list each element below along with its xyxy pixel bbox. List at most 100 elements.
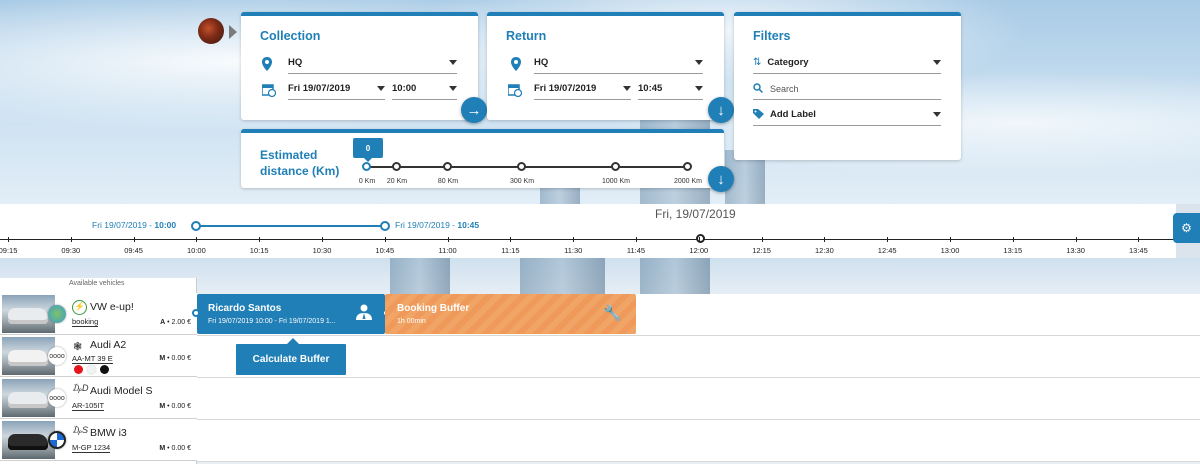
timeline-tick-mark [950, 237, 951, 242]
timeline-tick-label: 10:30 [312, 246, 332, 255]
distance-slider-track[interactable] [367, 166, 689, 168]
range-start-date: Fri 19/07/2019 - [92, 220, 155, 230]
schedule-row[interactable] [197, 378, 1200, 420]
timeline-tick-label: 11:00 [438, 246, 457, 255]
avatar-caret-icon[interactable] [229, 25, 237, 39]
arrow-down-button[interactable]: ↓ [708, 97, 734, 123]
booking-block[interactable]: Ricardo Santos Fri 19/07/2019 10:00 - Fr… [192, 294, 390, 334]
color-swatch-red[interactable] [74, 365, 83, 374]
current-time-marker [696, 234, 705, 243]
timeline-tick-label: 13:15 [1003, 246, 1023, 255]
vehicle-plate: booking [72, 317, 99, 327]
color-swatch-black[interactable] [100, 365, 109, 374]
vehicle-row[interactable]: ⚡ VW e-up! booking A • 2.00 € [0, 293, 197, 335]
schedule-row[interactable] [197, 336, 1200, 378]
timeline-tick-mark [259, 237, 261, 242]
timeline-tick-mark [824, 237, 826, 242]
user-avatar[interactable] [198, 18, 224, 44]
distance-stop[interactable] [443, 162, 452, 171]
category-select[interactable]: ⇅ Category [753, 52, 941, 74]
collection-location-value: HQ [288, 57, 303, 68]
timeline-tick-mark [573, 237, 575, 242]
vehicle-row[interactable]: ₯S BMW i3 M-GP 1234 M • 0.00 € [0, 419, 197, 461]
sort-icon: ⇅ [753, 57, 762, 68]
timeline-date: Fri, 19/07/2019 [655, 207, 736, 221]
arrow-down-button[interactable]: ↓ [708, 166, 734, 192]
distance-card: Estimated distance (Km) 0 0 Km 20 Km 80 … [241, 129, 724, 188]
vehicle-name: Audi A2 [90, 339, 127, 351]
vehicle-row[interactable]: oooo ❃ Audi A2 AA-MT 39 E M • 0.00 € [0, 335, 197, 377]
return-time-select[interactable]: 10:45 [638, 78, 703, 100]
search-icon [753, 80, 764, 98]
buffer-block[interactable]: Booking Buffer 1h 00min 🔧 [385, 294, 636, 334]
timeline-tick-mark [447, 237, 449, 242]
calendar-clock-icon [261, 84, 277, 102]
distance-value-bubble: 0 [353, 138, 383, 162]
calendar-clock-icon [507, 84, 523, 102]
timeline-tick-label: 09:30 [61, 246, 81, 255]
selected-range-bar [197, 225, 385, 227]
distance-stop[interactable] [392, 162, 401, 171]
wrench-icon: 🔧 [603, 305, 622, 322]
add-label-select[interactable]: Add Label [753, 104, 941, 126]
fuel-type-icon: ₯S [73, 425, 89, 435]
distance-tick-label: 1000 Km [601, 178, 631, 185]
search-input[interactable]: Search [753, 78, 941, 100]
settings-gear-icon[interactable]: ⚙ [1173, 213, 1200, 243]
range-start-time: 10:00 [154, 220, 177, 230]
vehicle-plate: AA-MT 39 E [72, 354, 113, 364]
fuel-type-icon: ₯D [73, 383, 89, 393]
buffer-duration: 1h 00min [397, 318, 426, 325]
distance-stop[interactable] [611, 162, 620, 171]
return-location-select[interactable]: HQ [534, 52, 703, 74]
vw-electric-logo-icon [48, 305, 66, 323]
return-location-value: HQ [534, 57, 549, 68]
schedule-row[interactable] [197, 420, 1200, 462]
distance-stop[interactable] [517, 162, 526, 171]
timeline-tick-label: 12:15 [752, 246, 771, 255]
arrow-right-button[interactable]: → [461, 97, 487, 123]
vehicle-plate: M-GP 1234 [72, 443, 111, 453]
vehicle-rate: M • 0.00 € [159, 403, 191, 410]
vehicle-plate: AR-105IT [72, 401, 105, 411]
timeline-tick-label: 11:45 [626, 246, 646, 255]
collection-date-value: Fri 19/07/2019 [288, 83, 351, 94]
vehicle-row[interactable]: oooo ₯D Audi Model S AR-105IT M • 0.00 € [0, 377, 197, 419]
collection-time-select[interactable]: 10:00 [392, 78, 457, 100]
collection-location-select[interactable]: HQ [288, 52, 457, 74]
vehicle-rate: M • 0.00 € [159, 445, 191, 452]
range-start-handle[interactable] [191, 221, 201, 231]
color-swatch-white[interactable] [87, 365, 96, 374]
return-date-select[interactable]: Fri 19/07/2019 [534, 78, 631, 100]
distance-tick-label: 300 Km [509, 178, 535, 185]
collection-time-value: 10:00 [392, 83, 417, 94]
return-card: Return HQ Fri 19/07/2019 10:45 [487, 12, 724, 120]
filters-card: Filters ⇅ Category Search Add Label [734, 12, 961, 160]
bmw-logo-icon [48, 431, 66, 449]
audi-logo-icon: oooo [48, 347, 66, 365]
timeline-tick-label: 10:00 [187, 246, 206, 255]
timeline-tick-label: 12:45 [877, 246, 897, 255]
timeline-tick-mark [8, 237, 9, 242]
timeline-tick-mark [196, 237, 198, 242]
range-end-date: Fri 19/07/2019 - [395, 220, 458, 230]
chevron-down-icon [449, 60, 457, 65]
vehicle-name: Audi Model S [90, 385, 153, 397]
return-date-value: Fri 19/07/2019 [534, 83, 597, 94]
timeline-tick-label: 12:00 [689, 246, 709, 255]
range-end-handle[interactable] [380, 221, 390, 231]
add-label-text: Add Label [770, 109, 816, 120]
timeline-tick-mark [322, 237, 323, 242]
distance-handle[interactable] [362, 162, 371, 171]
tag-icon [753, 106, 764, 124]
timeline-tick-label: 12:30 [815, 246, 834, 255]
calculate-buffer-button[interactable]: Calculate Buffer [236, 338, 346, 375]
distance-tick-label: 80 Km [437, 178, 459, 185]
collection-date-select[interactable]: Fri 19/07/2019 [288, 78, 385, 100]
location-pin-icon [510, 57, 522, 76]
timeline-header: Fri, 19/07/2019 Fri 19/07/2019 - 10:00 F… [0, 204, 1200, 258]
distance-stop[interactable] [683, 162, 692, 171]
booking-start-handle[interactable] [192, 309, 200, 317]
timeline-tick-mark [1075, 237, 1077, 242]
timeline-axis [0, 239, 1175, 240]
